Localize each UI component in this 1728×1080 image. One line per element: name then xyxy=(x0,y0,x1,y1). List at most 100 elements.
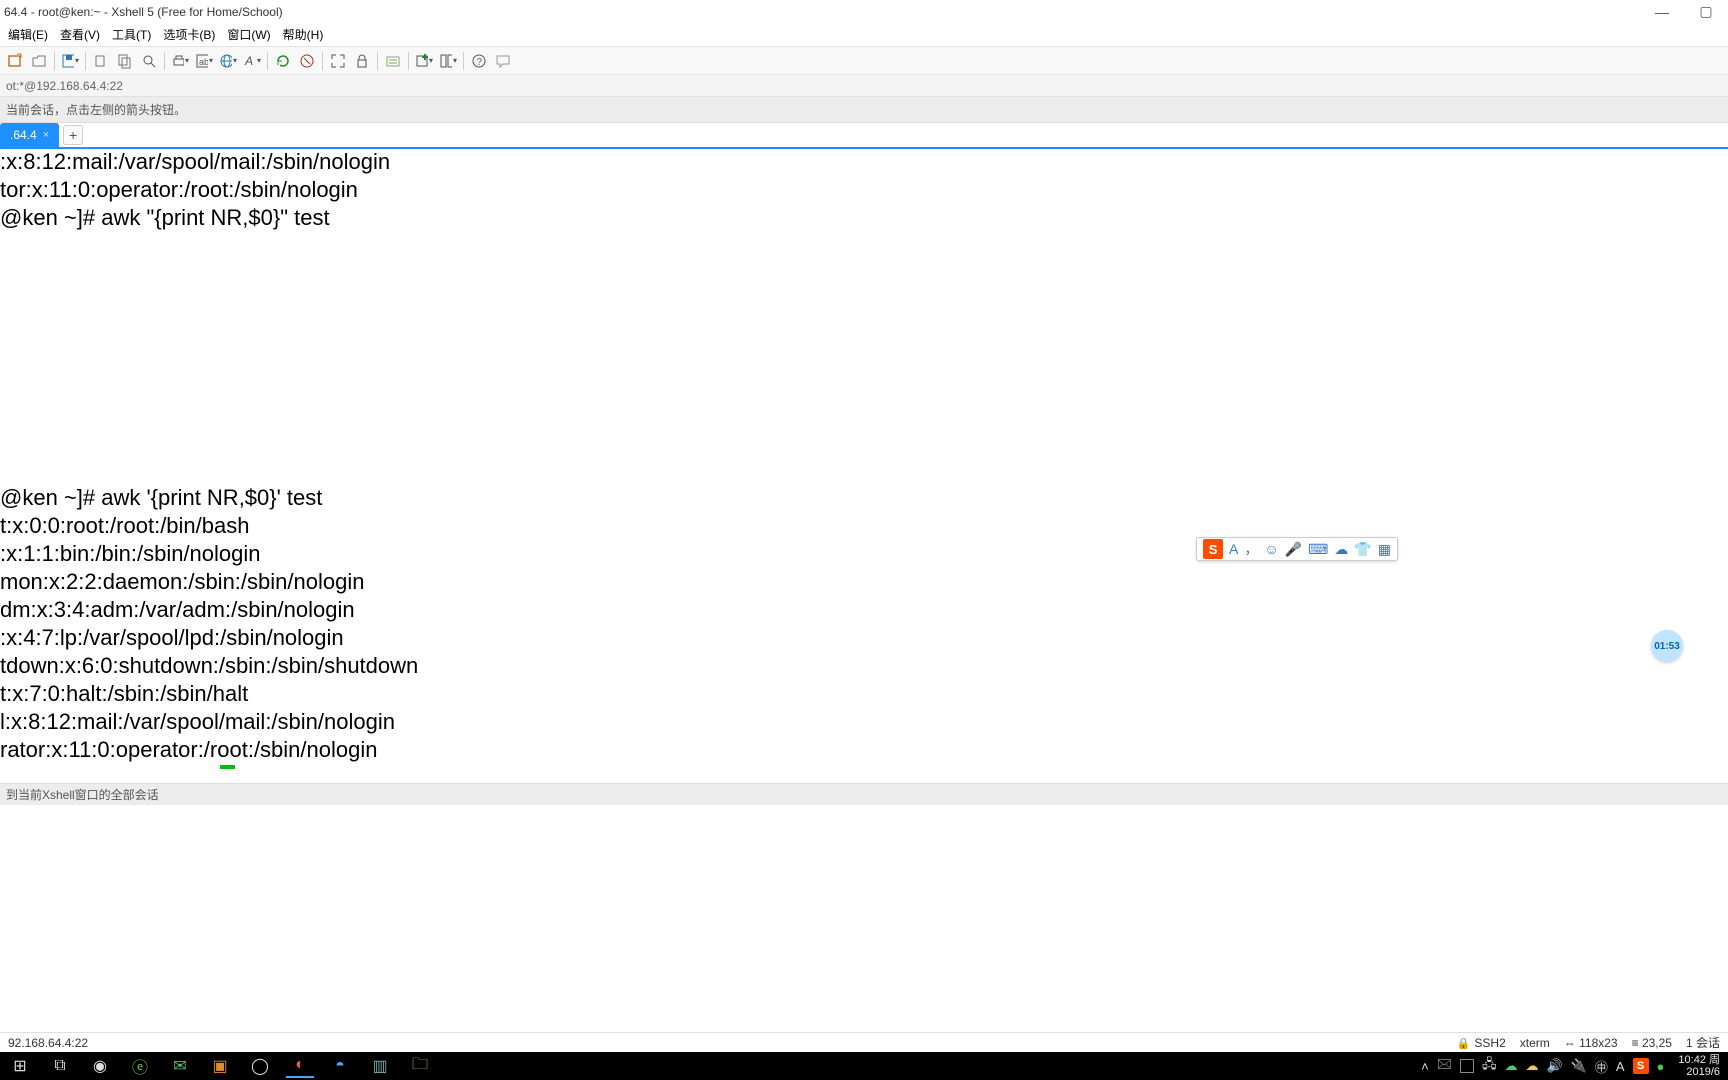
terminal-line: t:x:0:0:root:/root:/bin/bash xyxy=(0,513,249,538)
open-icon[interactable] xyxy=(30,52,48,70)
copy-icon[interactable] xyxy=(92,52,110,70)
terminal-cursor: & xyxy=(220,765,235,769)
sogou-logo-icon[interactable]: S xyxy=(1203,539,1223,559)
edge-icon[interactable]: ⓔ xyxy=(126,1054,154,1078)
terminal-line: :x:4:7:lp:/var/spool/lpd:/sbin/nologin xyxy=(0,625,344,650)
terminal-line: rator:x:11:0:operator:/root:/sbin/nologi… xyxy=(0,737,377,762)
status-ssh: SSH2 xyxy=(1457,1036,1506,1050)
tray-power-icon[interactable]: 🔌 xyxy=(1571,1058,1587,1074)
tab-close-icon[interactable]: × xyxy=(43,129,49,141)
tray-cloud-icon[interactable]: ☁ xyxy=(1525,1058,1538,1074)
obs-icon[interactable]: ◉ xyxy=(86,1054,114,1078)
terminal-prompt: @ken ~]# awk 'NR==2 xyxy=(0,765,220,769)
terminal-line: t:x:7:0:halt:/sbin:/sbin/halt xyxy=(0,681,248,706)
status-cursor-pos: ≡ 23,25 xyxy=(1632,1036,1672,1050)
menu-edit[interactable]: 编辑(E) xyxy=(2,24,54,45)
toolbar-separator xyxy=(408,52,409,70)
print-icon[interactable] xyxy=(171,52,189,70)
chrome-icon[interactable]: ◯ xyxy=(246,1054,274,1078)
save-icon[interactable] xyxy=(61,52,79,70)
taskview-icon[interactable]: ⧉ xyxy=(46,1054,74,1078)
globe-icon[interactable] xyxy=(219,52,237,70)
window-title: 64.4 - root@ken:~ - Xshell 5 (Free for H… xyxy=(4,5,1640,19)
explorer-icon[interactable]: 🗀 xyxy=(406,1054,434,1078)
ime-punct-icon[interactable]: ， xyxy=(1244,539,1258,559)
lock-icon[interactable] xyxy=(353,52,371,70)
tray-up-icon[interactable]: ˄ xyxy=(1421,1059,1429,1074)
ime-cloud-icon[interactable]: ☁ xyxy=(1334,541,1348,558)
tray-ime-a-icon[interactable]: A xyxy=(1616,1059,1625,1074)
paste-icon[interactable] xyxy=(116,52,134,70)
logging-icon[interactable] xyxy=(384,52,402,70)
menu-window[interactable]: 窗口(W) xyxy=(221,24,276,45)
font-icon[interactable]: A xyxy=(243,52,261,70)
fullscreen-icon[interactable] xyxy=(329,52,347,70)
ime-softkbd-icon[interactable]: ⌨ xyxy=(1308,541,1328,558)
menu-bar: 编辑(E) 查看(V) 工具(T) 选项卡(B) 窗口(W) 帮助(H) xyxy=(0,23,1728,47)
status-term: xterm xyxy=(1520,1036,1550,1050)
status-size: ⇔ 118x23 xyxy=(1564,1036,1618,1050)
layout-icon[interactable] xyxy=(439,52,457,70)
ime-mode-icon[interactable]: A xyxy=(1229,541,1238,557)
status-session-count: 1 会话 xyxy=(1686,1034,1720,1051)
hint-bottom-text: 到当前Xshell窗口的全部会话 xyxy=(6,786,159,803)
toolbar-separator xyxy=(377,52,378,70)
terminal-output[interactable]: :x:8:12:mail:/var/spool/mail:/sbin/nolog… xyxy=(0,149,1728,769)
xshell-taskbar-icon[interactable]: ◐ xyxy=(286,1054,314,1078)
vbox-icon[interactable]: ▣ xyxy=(206,1054,234,1078)
tray-vj-icon[interactable] xyxy=(1460,1059,1474,1073)
terminal-line: dm:x:3:4:adm:/var/adm:/sbin/nologin xyxy=(0,597,355,622)
terminal-line: tor:x:11:0:operator:/root:/sbin/nologin xyxy=(0,177,358,202)
hint-bar-bottom: 到当前Xshell窗口的全部会话 xyxy=(0,783,1728,805)
wechat-icon[interactable]: ✉ xyxy=(166,1054,194,1078)
tray-sogou-icon[interactable]: S xyxy=(1633,1058,1649,1074)
terminal-line: :x:1:1:bin:/bin:/sbin/nologin xyxy=(0,541,261,566)
help-icon[interactable]: ? xyxy=(470,52,488,70)
menu-help[interactable]: 帮助(H) xyxy=(277,24,330,45)
toolbar-separator xyxy=(85,52,86,70)
clock-date: 2019/6 xyxy=(1678,1066,1720,1078)
hint-bar-top: 当前会话，点击左侧的箭头按钮。 xyxy=(0,97,1728,123)
menu-view[interactable]: 查看(V) xyxy=(54,24,106,45)
toolbar-separator xyxy=(267,52,268,70)
tray-network-icon[interactable]: 🖧 xyxy=(1482,1055,1497,1077)
app-blue-icon[interactable]: ◓ xyxy=(326,1054,354,1078)
session-tab-bar: .64.4 × + xyxy=(0,123,1728,149)
tray-volume-icon[interactable]: 🔊 xyxy=(1546,1058,1562,1074)
reconnect-icon[interactable] xyxy=(274,52,292,70)
new-session-icon[interactable] xyxy=(6,52,24,70)
tray-ime-zh-icon[interactable]: ㊥ xyxy=(1595,1057,1608,1076)
session-tab-active[interactable]: .64.4 × xyxy=(0,123,59,147)
menu-tools[interactable]: 工具(T) xyxy=(106,24,157,45)
terminal-line: tdown:x:6:0:shutdown:/sbin:/sbin/shutdow… xyxy=(0,653,418,678)
address-bar[interactable]: ot:*@192.168.64.4:22 xyxy=(0,75,1728,97)
ime-toolbar[interactable]: S A ， ☺ 🎤 ⌨ ☁ 👕 ▦ xyxy=(1196,537,1398,561)
taskbar-clock[interactable]: 10:42 周 2019/6 xyxy=(1678,1054,1722,1078)
comment-icon[interactable] xyxy=(494,52,512,70)
tray-wechat-icon[interactable]: ☁ xyxy=(1504,1058,1517,1074)
terminal-line: l:x:8:12:mail:/var/spool/mail:/sbin/nolo… xyxy=(0,709,395,734)
terminal-line: :x:8:12:mail:/var/spool/mail:/sbin/nolog… xyxy=(0,149,390,174)
toolbar-separator xyxy=(164,52,165,70)
start-button[interactable]: ⊞ xyxy=(6,1054,34,1078)
tray-msg-icon[interactable]: 🖂 xyxy=(1437,1055,1452,1077)
svg-text:?: ? xyxy=(477,57,483,68)
ime-voice-icon[interactable]: 🎤 xyxy=(1285,541,1302,558)
new-tab-icon[interactable] xyxy=(415,52,433,70)
svg-text:A: A xyxy=(244,54,253,68)
tray-user-icon[interactable]: ● xyxy=(1657,1059,1665,1074)
status-bar: 92.168.64.4:22 SSH2 xterm ⇔ 118x23 ≡ 23,… xyxy=(0,1032,1728,1052)
encoding-icon[interactable]: ab xyxy=(195,52,213,70)
ime-emoji-icon[interactable]: ☺ xyxy=(1264,541,1278,557)
terminal-line: @ken ~]# awk "{print NR,$0}" test xyxy=(0,205,330,230)
ime-skin-icon[interactable]: 👕 xyxy=(1354,541,1371,558)
maximize-button[interactable]: ▢ xyxy=(1684,3,1728,20)
ime-toolbox-icon[interactable]: ▦ xyxy=(1378,541,1391,558)
new-tab-button[interactable]: + xyxy=(63,125,83,145)
find-icon[interactable] xyxy=(140,52,158,70)
notepad-icon[interactable]: ▥ xyxy=(366,1054,394,1078)
disconnect-icon[interactable] xyxy=(298,52,316,70)
record-timer-bubble[interactable]: 01:53 xyxy=(1651,630,1683,662)
minimize-button[interactable]: — xyxy=(1640,4,1684,20)
menu-tabs[interactable]: 选项卡(B) xyxy=(157,24,221,45)
